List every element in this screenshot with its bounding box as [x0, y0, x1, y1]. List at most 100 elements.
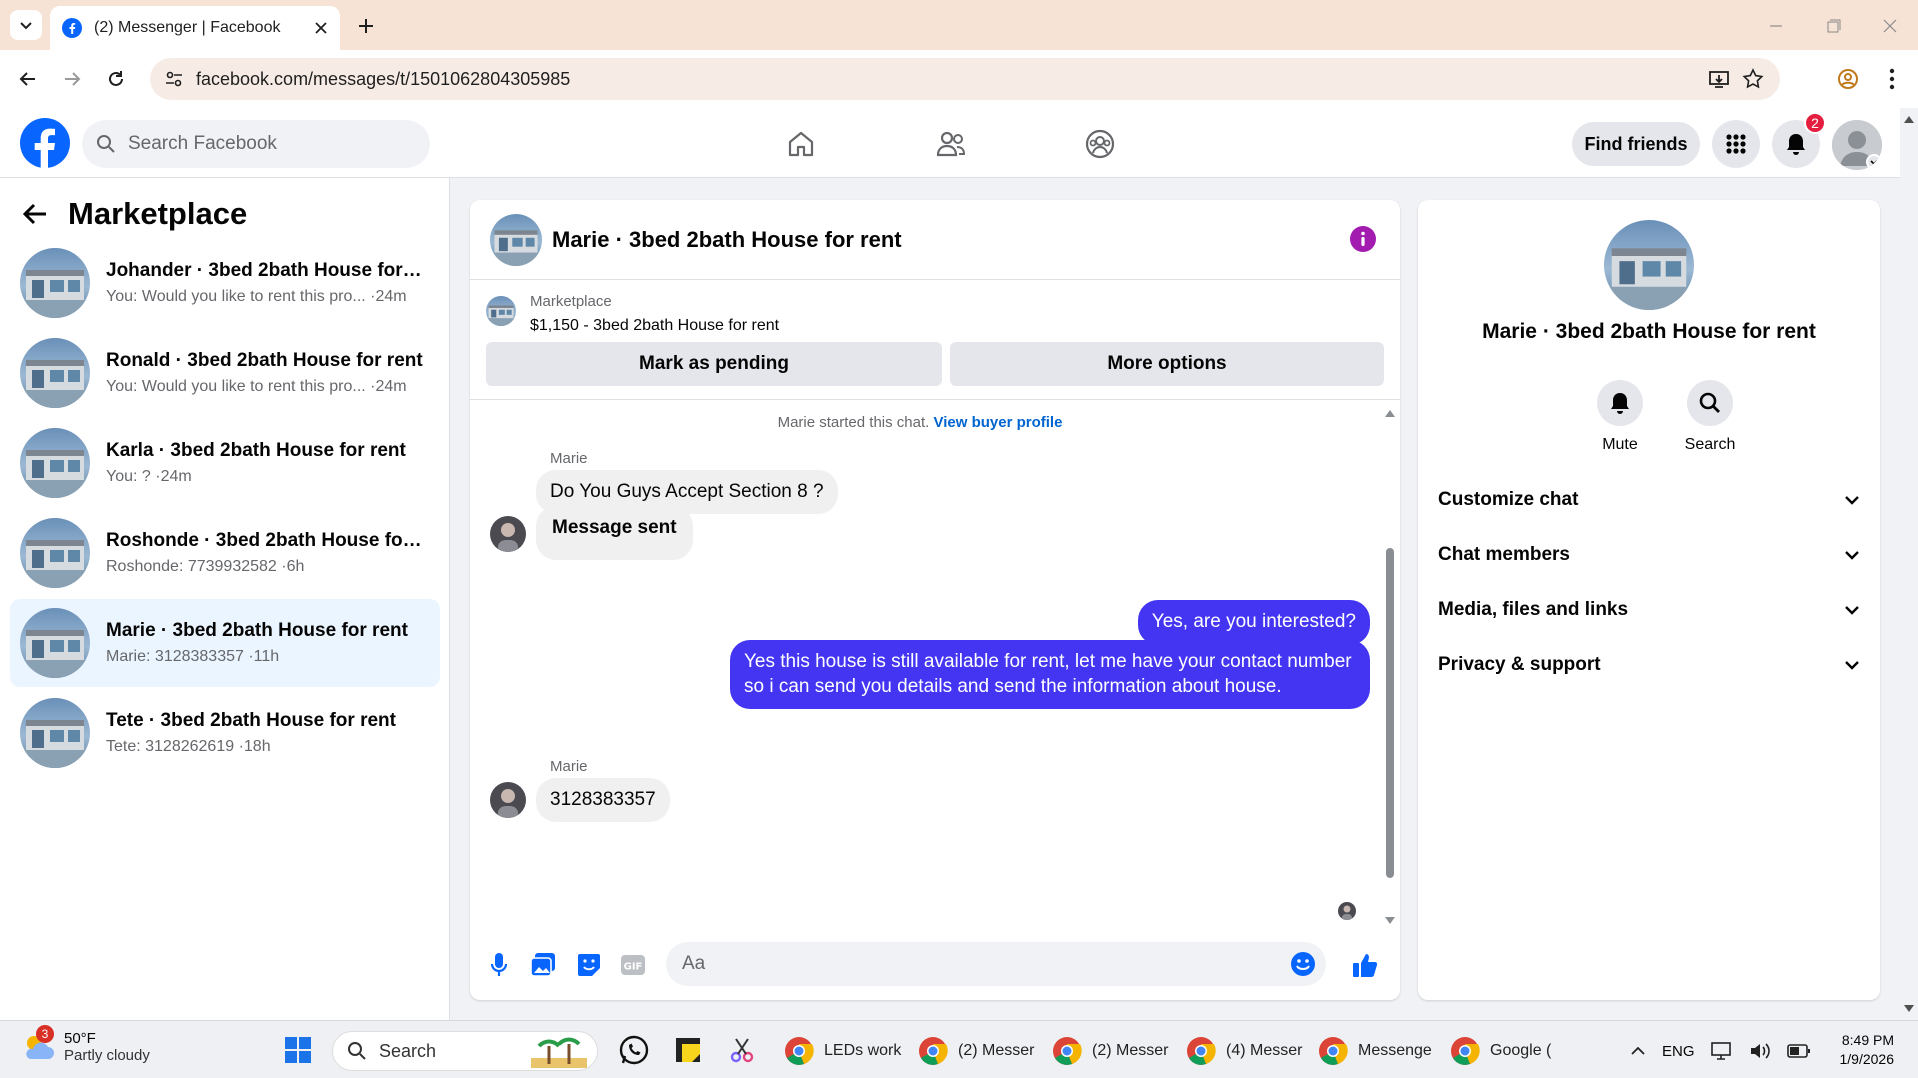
- language-indicator[interactable]: ENG: [1662, 1043, 1695, 1060]
- section-label: Customize chat: [1438, 489, 1579, 510]
- conversation-item[interactable]: Karla · 3bed 2bath House for rent You: ? …: [10, 419, 440, 507]
- emoji-icon[interactable]: [1290, 951, 1316, 977]
- groups-nav-button[interactable]: [1076, 120, 1124, 168]
- page-scrollbar[interactable]: [1900, 108, 1918, 1020]
- taskbar-search[interactable]: Search: [332, 1031, 598, 1071]
- section-label: Privacy & support: [1438, 654, 1601, 675]
- sender-avatar[interactable]: [490, 516, 526, 552]
- sticky-notes-taskbar-icon[interactable]: [672, 1034, 704, 1066]
- scroll-up-icon[interactable]: [1384, 408, 1396, 418]
- section-label: Chat members: [1438, 544, 1570, 565]
- conversation-avatar[interactable]: [1604, 220, 1694, 310]
- scroll-thumb[interactable]: [1386, 548, 1394, 878]
- reload-button[interactable]: [100, 63, 132, 95]
- menu-button[interactable]: [1712, 120, 1760, 168]
- scroll-down-icon[interactable]: [1384, 916, 1396, 926]
- minimize-button[interactable]: [1762, 12, 1790, 40]
- scroll-down-icon[interactable]: [1903, 1004, 1915, 1014]
- address-bar[interactable]: facebook.com/messages/t/1501062804305985: [150, 58, 1780, 100]
- conversation-item[interactable]: Roshonde · 3bed 2bath House for rent Rosh…: [10, 509, 440, 597]
- chevron-up-icon[interactable]: [1630, 1046, 1646, 1056]
- close-icon[interactable]: [314, 21, 328, 35]
- install-app-icon[interactable]: [1708, 68, 1730, 90]
- listing-price-title[interactable]: $1,150 - 3bed 2bath House for rent: [530, 317, 779, 335]
- volume-icon[interactable]: [1749, 1041, 1771, 1061]
- home-nav-button[interactable]: [777, 120, 825, 168]
- chrome-icon: [785, 1037, 814, 1065]
- site-settings-icon[interactable]: [164, 69, 184, 89]
- active-tab[interactable]: (2) Messenger | Facebook: [50, 6, 340, 50]
- incoming-message[interactable]: 3128383357: [536, 778, 670, 822]
- mute-button[interactable]: Mute: [1580, 380, 1660, 454]
- conversation-item[interactable]: Johander · 3bed 2bath House for rent You:…: [10, 239, 440, 327]
- new-tab-button[interactable]: [352, 12, 380, 40]
- taskbar-app-chrome[interactable]: Google (: [1450, 1031, 1551, 1071]
- taskbar-app-chrome[interactable]: (2) Messer: [1052, 1031, 1168, 1071]
- chat-members-section[interactable]: Chat members: [1438, 535, 1860, 575]
- chat-scrollbar[interactable]: [1384, 408, 1396, 928]
- star-icon[interactable]: [1742, 68, 1764, 90]
- outgoing-message[interactable]: Yes, are you interested?: [1137, 600, 1370, 645]
- search-icon: [1699, 392, 1720, 413]
- find-friends-button[interactable]: Find friends: [1572, 122, 1700, 166]
- groups-icon: [1085, 129, 1115, 159]
- facebook-logo-icon[interactable]: [20, 118, 70, 168]
- taskbar-clock[interactable]: 8:49 PM 1/9/2026: [1840, 1031, 1895, 1069]
- search-in-conversation-button[interactable]: Search: [1670, 380, 1750, 454]
- view-buyer-profile-link[interactable]: View buyer profile: [933, 414, 1062, 431]
- info-icon[interactable]: [1350, 226, 1376, 252]
- profile-icon: [1838, 69, 1858, 89]
- sticker-button[interactable]: [574, 950, 604, 980]
- start-button[interactable]: [282, 1034, 314, 1066]
- sender-avatar[interactable]: [490, 782, 526, 818]
- conversation-preview: You: ? ·24m: [106, 468, 192, 485]
- media-files-links-section[interactable]: Media, files and links: [1438, 590, 1860, 630]
- taskbar-app-chrome[interactable]: (4) Messer: [1186, 1031, 1302, 1071]
- conversation-preview: Marie: 3128383357 ·11h: [106, 648, 280, 665]
- snipping-tool-taskbar-icon[interactable]: [726, 1034, 758, 1066]
- account-avatar[interactable]: [1832, 120, 1882, 170]
- outgoing-message[interactable]: Yes this house is still available for re…: [730, 640, 1370, 710]
- customize-chat-section[interactable]: Customize chat: [1438, 480, 1860, 520]
- friends-nav-button[interactable]: [927, 120, 975, 168]
- close-window-button[interactable]: [1876, 12, 1904, 40]
- facebook-search-input[interactable]: Search Facebook: [82, 120, 430, 168]
- scroll-up-icon[interactable]: [1903, 114, 1915, 124]
- chevron-down-icon: [1845, 606, 1859, 615]
- restore-button[interactable]: [1820, 12, 1848, 40]
- taskbar-app-chrome[interactable]: Messenge: [1318, 1031, 1432, 1071]
- taskbar-app-chrome[interactable]: LEDs work: [784, 1031, 901, 1071]
- conversation-item-active[interactable]: Marie · 3bed 2bath House for rent Marie: …: [10, 599, 440, 687]
- search-icon: [348, 1042, 366, 1060]
- browser-menu-button[interactable]: [1876, 63, 1908, 95]
- sticker-icon: [578, 954, 600, 976]
- gif-button[interactable]: GIF: [618, 950, 648, 980]
- attach-photo-button[interactable]: [528, 950, 558, 980]
- search-placeholder: Search Facebook: [128, 133, 277, 154]
- network-icon[interactable]: [1710, 1041, 1733, 1061]
- mark-as-pending-button[interactable]: Mark as pending: [486, 342, 942, 386]
- more-options-button[interactable]: More options: [950, 342, 1384, 386]
- chat-avatar[interactable]: [490, 214, 542, 266]
- conversation-item[interactable]: Tete · 3bed 2bath House for rent Tete: 31…: [10, 689, 440, 777]
- profile-button[interactable]: [1832, 63, 1864, 95]
- listing-thumbnail[interactable]: [486, 296, 516, 326]
- taskbar-app-chrome[interactable]: (2) Messer: [918, 1031, 1034, 1071]
- battery-icon[interactable]: [1786, 1044, 1811, 1058]
- sender-name: Marie: [550, 450, 588, 467]
- forward-button[interactable]: [56, 63, 88, 95]
- message-input[interactable]: Aa: [666, 942, 1326, 986]
- back-button[interactable]: [12, 63, 44, 95]
- privacy-support-section[interactable]: Privacy & support: [1438, 645, 1860, 685]
- like-send-button[interactable]: [1350, 950, 1380, 980]
- conversation-preview: You: Would you like to rent this pro... …: [106, 378, 407, 395]
- weather-widget[interactable]: 3 50°F Partly cloudy: [20, 1025, 150, 1065]
- voice-clip-button[interactable]: [484, 950, 514, 980]
- chat-title[interactable]: Marie · 3bed 2bath House for rent: [552, 227, 902, 253]
- tab-search-button[interactable]: [10, 10, 42, 40]
- whatsapp-taskbar-icon[interactable]: [618, 1034, 650, 1066]
- incoming-message[interactable]: Message sent: [536, 506, 693, 560]
- conversation-item[interactable]: Ronald · 3bed 2bath House for rent You: W…: [10, 329, 440, 417]
- back-arrow-icon[interactable]: [22, 202, 48, 226]
- more-vertical-icon: [1889, 68, 1895, 90]
